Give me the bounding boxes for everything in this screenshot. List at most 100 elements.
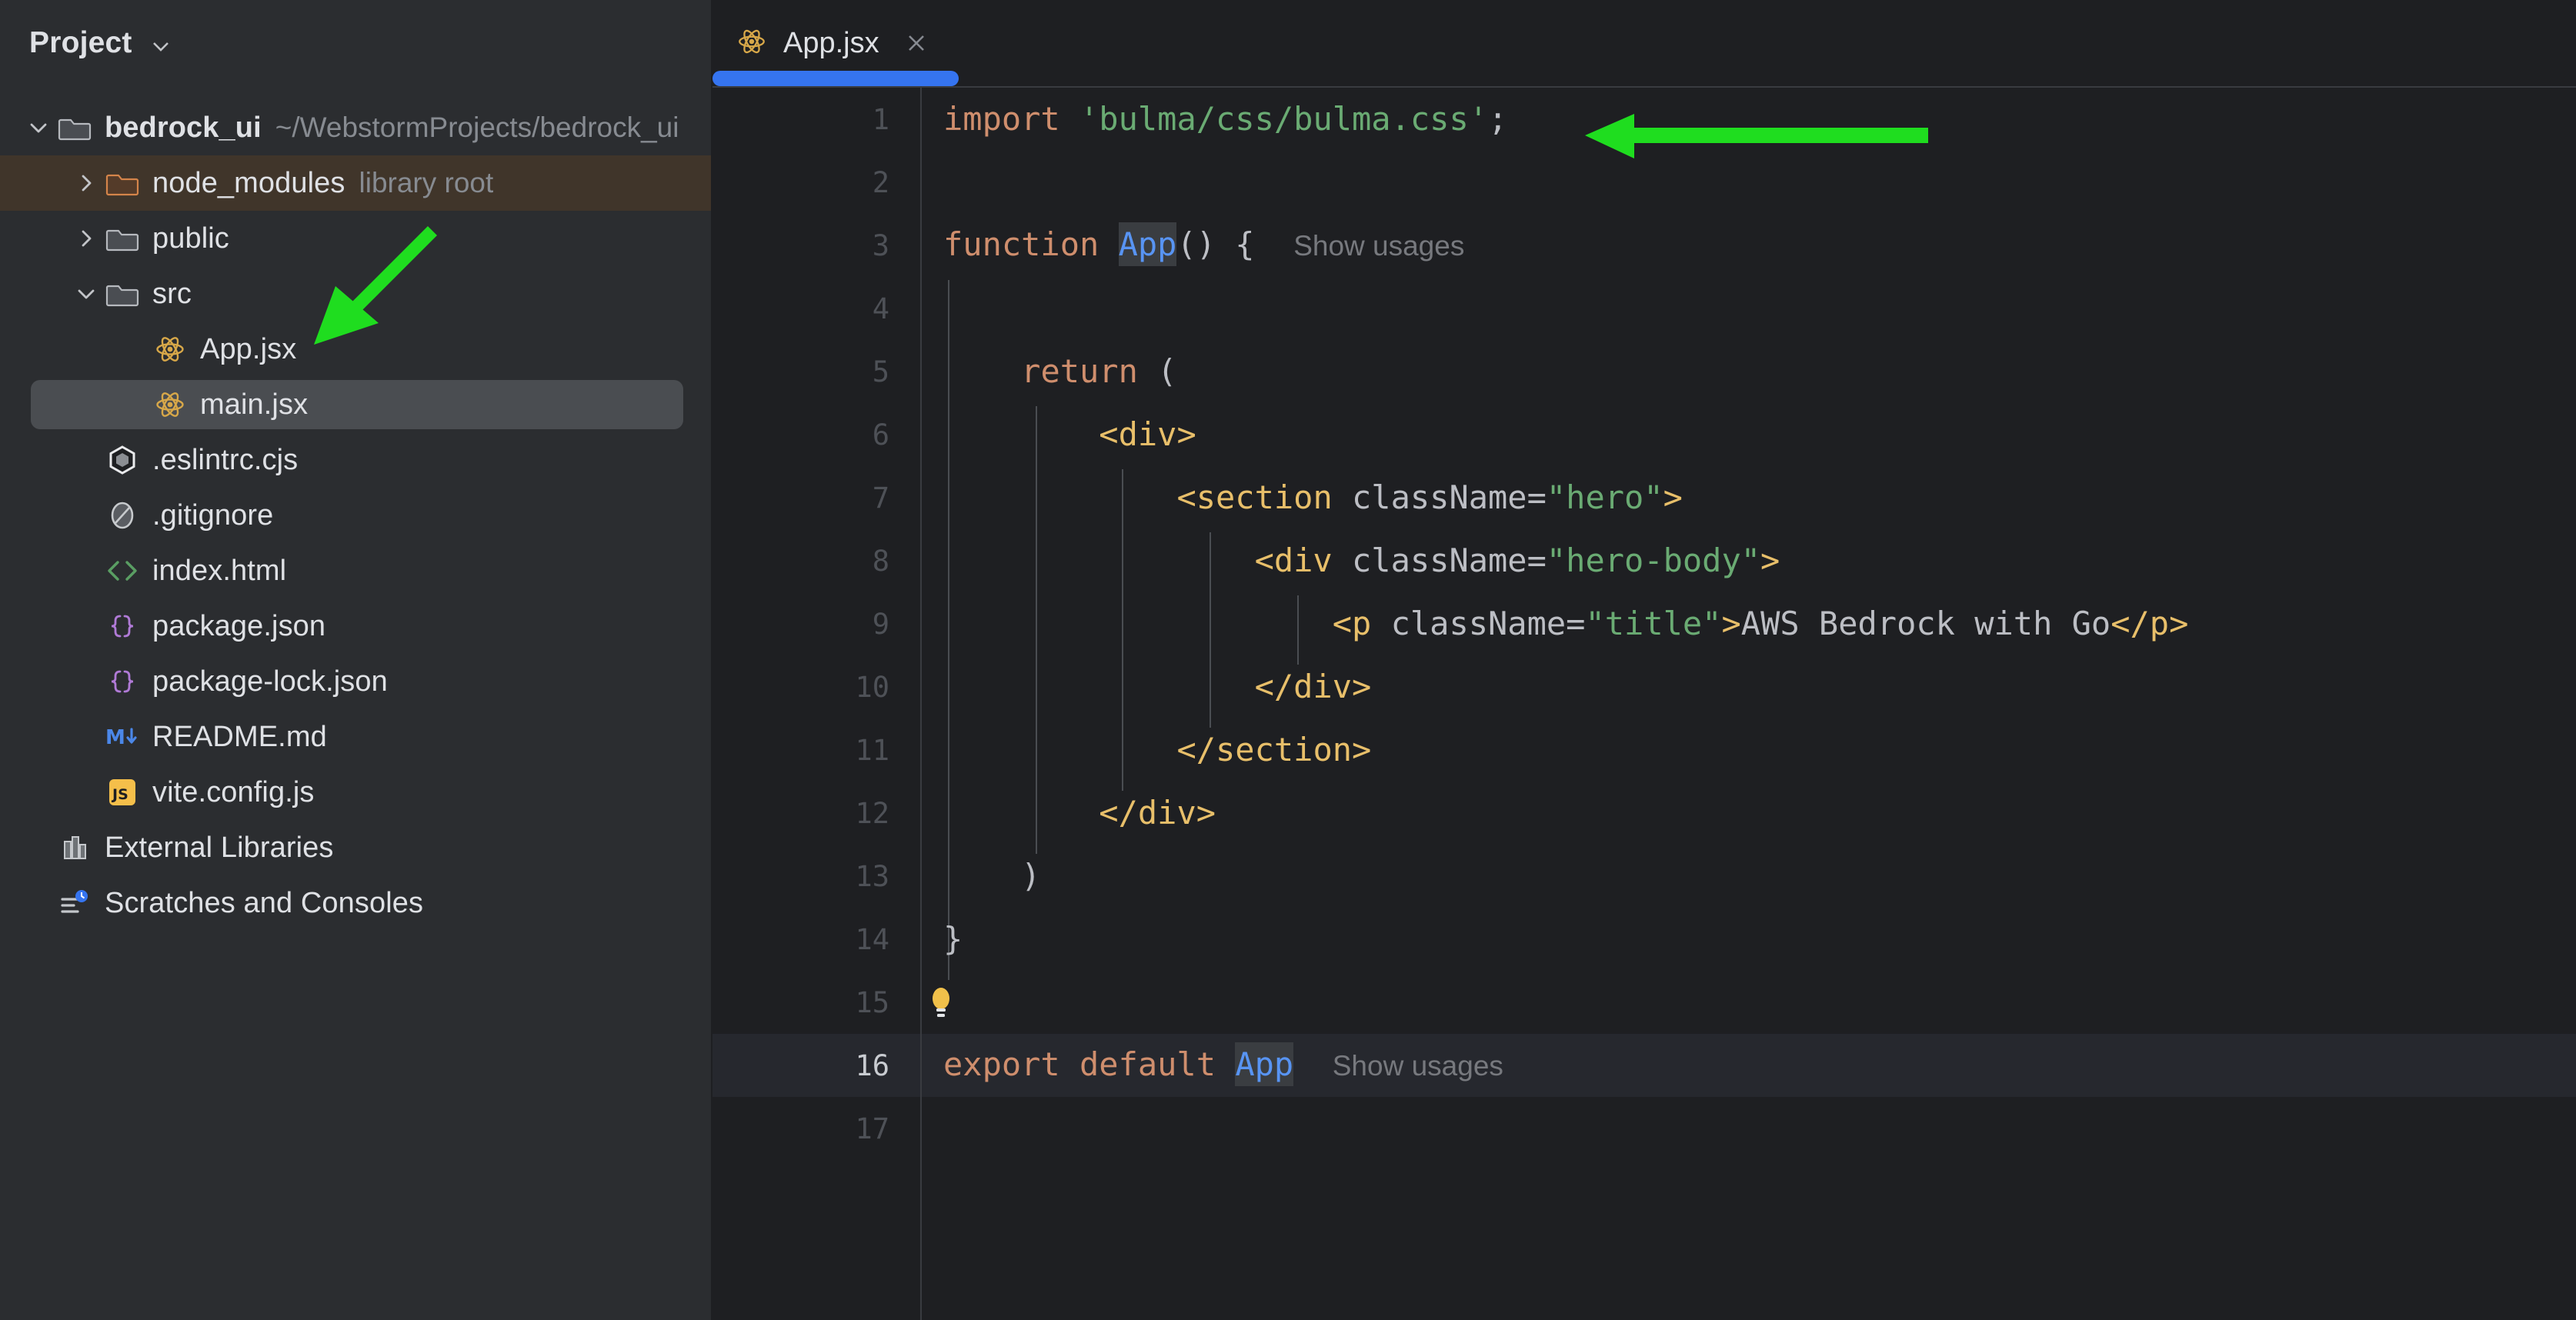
code-text: <section className="hero"> xyxy=(920,466,1683,529)
chevron-right-icon[interactable] xyxy=(69,222,103,255)
code-line-8[interactable]: 8 <div className="hero-body"> xyxy=(712,529,2576,592)
code-line-7[interactable]: 7 <section className="hero"> xyxy=(712,466,2576,529)
code-line-11[interactable]: 11 </section> xyxy=(712,718,2576,782)
folder-orange-icon xyxy=(103,164,142,202)
tree-item-index-html[interactable]: index.html xyxy=(0,543,711,598)
line-number: 8 xyxy=(712,529,920,592)
tree-item-eslintrc-cjs[interactable]: .eslintrc.cjs xyxy=(0,432,711,488)
line-number: 14 xyxy=(712,908,920,971)
tree-item-src[interactable]: src xyxy=(0,266,711,322)
code-line-3[interactable]: 3function App() { Show usages xyxy=(712,214,2576,277)
tree-item-label: vite.config.js xyxy=(152,776,315,809)
selection-highlight xyxy=(31,380,683,429)
ide-window: Project bedrock_ui~/WebstormProjects/bed… xyxy=(0,0,2576,1320)
tree-item-external-libraries[interactable]: External Libraries xyxy=(0,820,711,875)
folder-icon xyxy=(55,108,94,147)
line-number: 7 xyxy=(712,466,920,529)
code-editor[interactable]: 1import 'bulma/css/bulma.css';23function… xyxy=(712,86,2576,1320)
gutter-separator xyxy=(920,88,922,1320)
code-text: <div className="hero-body"> xyxy=(920,529,1780,592)
tree-item-app-jsx[interactable]: App.jsx xyxy=(0,322,711,377)
code-text: import 'bulma/css/bulma.css'; xyxy=(920,88,1507,151)
code-line-9[interactable]: 9 <p className="title">AWS Bedrock with … xyxy=(712,592,2576,655)
tree-item-bedrock-ui[interactable]: bedrock_ui~/WebstormProjects/bedrock_ui xyxy=(0,100,711,155)
code-line-14[interactable]: 14} xyxy=(712,908,2576,971)
tree-item-hint: ~/WebstormProjects/bedrock_ui xyxy=(275,112,679,144)
editor-area: App.jsx 1import 'bulma/css/bulma.css';23… xyxy=(712,0,2576,1320)
tree-item-node-modules[interactable]: node_moduleslibrary root xyxy=(0,155,711,211)
code-text: </div> xyxy=(920,782,1216,845)
tree-item-readme-md[interactable]: MREADME.md xyxy=(0,709,711,765)
svg-text:M: M xyxy=(105,726,125,749)
line-number: 3 xyxy=(712,214,920,277)
folder-icon xyxy=(103,219,142,258)
code-line-15[interactable]: 15 xyxy=(712,971,2576,1034)
code-line-13[interactable]: 13 ) xyxy=(712,845,2576,908)
code-line-17[interactable]: 17 xyxy=(712,1097,2576,1160)
tree-item-label: .gitignore xyxy=(152,499,273,532)
close-icon[interactable] xyxy=(903,29,930,57)
tree-item-label: Scratches and Consoles xyxy=(105,887,423,920)
react-icon xyxy=(151,385,189,424)
code-lines: 1import 'bulma/css/bulma.css';23function… xyxy=(712,88,2576,1160)
tree-item-label: App.jsx xyxy=(200,333,296,366)
line-number: 13 xyxy=(712,845,920,908)
line-number: 9 xyxy=(712,592,920,655)
code-line-5[interactable]: 5 return ( xyxy=(712,340,2576,403)
tree-item-gitignore[interactable]: .gitignore xyxy=(0,488,711,543)
line-number: 2 xyxy=(712,151,920,214)
eslint-icon xyxy=(103,441,142,479)
code-line-10[interactable]: 10 </div> xyxy=(712,655,2576,718)
tree-item-package-json[interactable]: package.json xyxy=(0,598,711,654)
markdown-icon: M xyxy=(103,718,142,756)
code-line-1[interactable]: 1import 'bulma/css/bulma.css'; xyxy=(712,88,2576,151)
active-tab-indicator xyxy=(712,71,959,86)
json-icon xyxy=(103,607,142,645)
tree-item-package-lock-json[interactable]: package-lock.json xyxy=(0,654,711,709)
project-panel-title: Project xyxy=(29,26,132,60)
chevron-right-icon[interactable] xyxy=(69,166,103,200)
line-number: 11 xyxy=(712,718,920,782)
code-line-4[interactable]: 4 xyxy=(712,277,2576,340)
tree-item-label: public xyxy=(152,222,229,255)
code-text: return ( xyxy=(920,340,1176,403)
code-line-12[interactable]: 12 </div> xyxy=(712,782,2576,845)
tree-item-vite-config-js[interactable]: JS vite.config.js xyxy=(0,765,711,820)
chevron-down-icon[interactable] xyxy=(22,111,55,145)
editor-tab-bar: App.jsx xyxy=(712,0,2576,86)
code-line-2[interactable]: 2 xyxy=(712,151,2576,214)
code-line-6[interactable]: 6 <div> xyxy=(712,403,2576,466)
folder-icon xyxy=(103,275,142,313)
line-number: 4 xyxy=(712,277,920,340)
project-file-tree[interactable]: bedrock_ui~/WebstormProjects/bedrock_uin… xyxy=(0,86,711,931)
line-number: 17 xyxy=(712,1097,920,1160)
line-number: 5 xyxy=(712,340,920,403)
svg-text:JS: JS xyxy=(111,786,128,803)
lightbulb-intention-icon[interactable] xyxy=(925,982,957,1022)
tree-item-scratches-and-consoles[interactable]: Scratches and Consoles xyxy=(0,875,711,931)
json-icon xyxy=(103,662,142,701)
chevron-down-icon[interactable] xyxy=(149,35,172,58)
code-line-16[interactable]: 16export default App Show usages xyxy=(712,1034,2576,1097)
tree-item-public[interactable]: public xyxy=(0,211,711,266)
tab-app-jsx[interactable]: App.jsx xyxy=(712,0,956,86)
project-tool-window: Project bedrock_ui~/WebstormProjects/bed… xyxy=(0,0,712,1320)
react-icon xyxy=(736,25,768,62)
gitignore-icon xyxy=(103,496,142,535)
code-text: export default App Show usages xyxy=(920,1033,1503,1098)
tree-item-label: src xyxy=(152,278,192,311)
scratches-icon xyxy=(55,884,94,922)
code-text: </div> xyxy=(920,655,1371,718)
tree-item-label: package.json xyxy=(152,610,325,643)
tree-item-label: index.html xyxy=(152,555,286,588)
tree-item-label: package-lock.json xyxy=(152,665,388,698)
chevron-down-icon[interactable] xyxy=(69,277,103,311)
code-text: </section> xyxy=(920,718,1371,782)
code-text: } xyxy=(920,908,963,971)
code-text: function App() { Show usages xyxy=(920,213,1464,278)
tree-item-hint: library root xyxy=(359,167,494,199)
code-text: <p className="title">AWS Bedrock with Go… xyxy=(920,592,2188,655)
libraries-icon xyxy=(55,828,94,867)
tree-item-main-jsx[interactable]: main.jsx xyxy=(0,377,711,432)
project-panel-header[interactable]: Project xyxy=(0,0,711,86)
